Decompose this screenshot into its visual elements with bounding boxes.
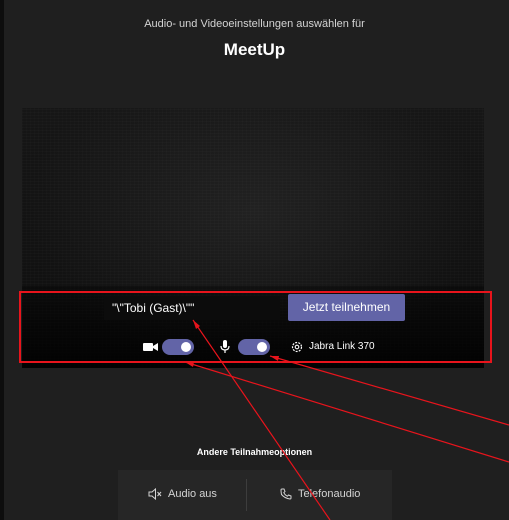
audio-off-option[interactable]: Audio aus bbox=[148, 486, 217, 502]
speaker-muted-icon bbox=[148, 488, 162, 500]
meeting-title: MeetUp bbox=[223, 40, 286, 59]
phone-icon bbox=[280, 488, 292, 500]
audio-off-label: Audio aus bbox=[168, 488, 217, 500]
other-join-options-heading: Andere Teilnahmeoptionen bbox=[196, 447, 313, 457]
phone-audio-option[interactable]: Telefonaudio bbox=[280, 486, 360, 502]
window-edge bbox=[0, 0, 4, 520]
options-divider bbox=[246, 479, 247, 511]
settings-subtitle: Audio- und Videoeinstellungen auswählen … bbox=[144, 18, 365, 30]
phone-audio-label: Telefonaudio bbox=[298, 488, 361, 500]
annotation-highlight-box bbox=[19, 291, 492, 363]
